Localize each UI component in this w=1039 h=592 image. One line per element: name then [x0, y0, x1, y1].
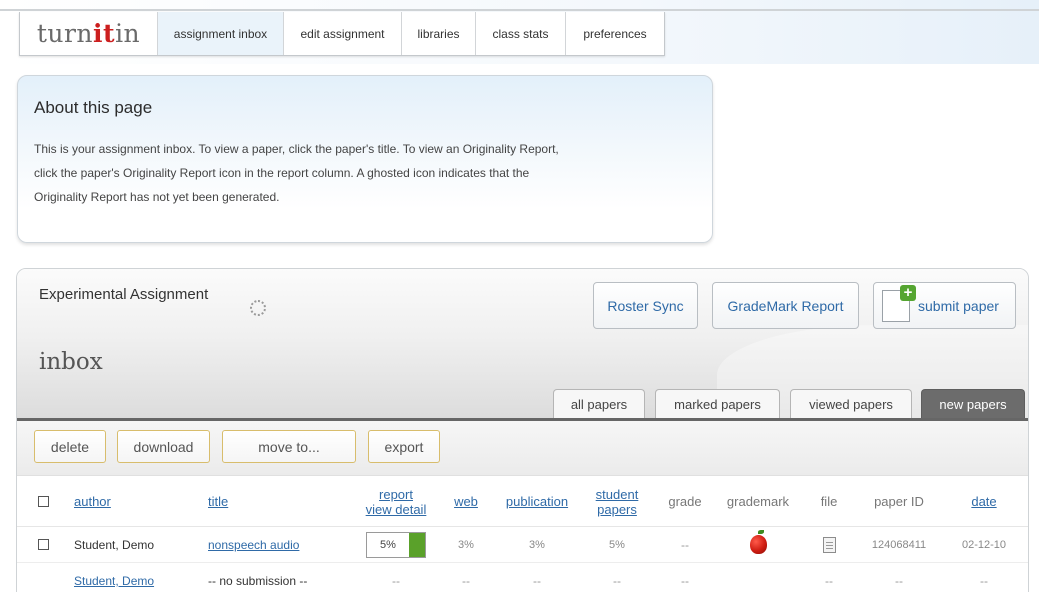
- originality-report-icon[interactable]: 5%: [366, 531, 426, 558]
- grademark-cell: [717, 527, 799, 562]
- title-cell: nonspeech audio: [208, 527, 299, 562]
- sort-title-link[interactable]: title: [208, 494, 228, 509]
- sort-report-link[interactable]: report: [379, 487, 413, 502]
- turnitin-logo[interactable]: turn it in: [20, 12, 158, 55]
- sort-author-link[interactable]: author: [74, 494, 111, 509]
- header-title: title: [208, 477, 228, 526]
- author-cell: Student, Demo: [74, 563, 154, 592]
- about-box: About this page This is your assignment …: [17, 75, 713, 243]
- header-file: file: [820, 494, 838, 509]
- publication-cell: 3%: [529, 538, 545, 551]
- panel-header: Experimental Assignment inbox Roster Syn…: [17, 269, 1028, 425]
- report-cell: 5%: [355, 527, 437, 562]
- grademark-report-button[interactable]: GradeMark Report: [712, 282, 859, 329]
- top-band: turn it in assignment inbox edit assignmen…: [0, 0, 1039, 64]
- header-grademark: grademark: [726, 494, 790, 509]
- table-row: Student, Demo nonspeech audio 5% 3% 3% 5…: [17, 527, 1028, 563]
- tab-class-stats[interactable]: class stats: [476, 12, 566, 55]
- submit-paper-label: submit paper: [918, 297, 999, 314]
- move-to-button[interactable]: move to...: [222, 430, 356, 463]
- tab-preferences[interactable]: preferences: [566, 12, 664, 55]
- roster-sync-button[interactable]: Roster Sync: [593, 282, 698, 329]
- sort-web-link[interactable]: web: [454, 494, 478, 509]
- submit-paper-icon: +: [882, 284, 916, 322]
- tab-viewed-papers[interactable]: viewed papers: [790, 389, 912, 419]
- assignment-panel: Experimental Assignment inbox Roster Syn…: [16, 268, 1029, 592]
- sort-student-papers-link[interactable]: student: [596, 487, 639, 502]
- submit-paper-button[interactable]: + submit paper: [873, 282, 1016, 329]
- header-web: web: [447, 477, 485, 526]
- student-papers-cell: --: [613, 574, 621, 588]
- delete-button[interactable]: delete: [34, 430, 106, 463]
- tab-new-papers[interactable]: new papers: [921, 389, 1025, 419]
- header-publication: publication: [497, 477, 577, 526]
- main-nav: turn it in assignment inbox edit assignmen…: [19, 12, 665, 56]
- header-author: author: [74, 477, 111, 526]
- student-author-link[interactable]: Student, Demo: [74, 574, 154, 588]
- grademark-report-label: GradeMark Report: [727, 297, 844, 314]
- header-paper-id: paper ID: [874, 494, 924, 509]
- publication-cell: --: [533, 574, 541, 588]
- tab-marked-papers[interactable]: marked papers: [655, 389, 780, 419]
- header-date: date: [957, 477, 1011, 526]
- loading-spinner-icon: [250, 300, 266, 316]
- title-cell: -- no submission --: [208, 574, 308, 588]
- about-line-3: Originality Report has not yet been gene…: [34, 190, 280, 204]
- header-report: report view detail: [355, 477, 437, 526]
- table-header-row: author title report view detail web publ…: [17, 477, 1028, 527]
- about-line-2: click the paper's Originality Report ico…: [34, 166, 530, 180]
- file-icon[interactable]: [822, 536, 836, 553]
- top-rule: [0, 9, 1039, 11]
- sort-date-link[interactable]: date: [971, 494, 996, 509]
- table-row: Student, Demo -- no submission -- -- -- …: [17, 563, 1028, 592]
- tab-edit-assignment[interactable]: edit assignment: [284, 12, 402, 55]
- header-grade: grade: [668, 494, 702, 509]
- header-student-papers: student papers: [585, 477, 649, 526]
- report-cell: --: [392, 574, 400, 588]
- sort-student-papers-link-2[interactable]: papers: [597, 502, 637, 517]
- about-text: This is your assignment inbox. To view a…: [34, 137, 694, 209]
- tab-libraries[interactable]: libraries: [402, 12, 476, 55]
- student-papers-cell: 5%: [609, 538, 625, 551]
- inbox-title: inbox: [39, 349, 103, 375]
- date-cell: --: [980, 574, 988, 588]
- grade-cell: --: [681, 537, 689, 552]
- report-bar: [409, 532, 425, 557]
- inbox-toolbar: delete download move to... export: [17, 421, 1028, 476]
- paper-title-link[interactable]: nonspeech audio: [208, 538, 299, 552]
- about-title: About this page: [34, 98, 153, 117]
- download-button[interactable]: download: [117, 430, 210, 463]
- roster-sync-label: Roster Sync: [607, 297, 684, 314]
- select-all-cell: [38, 477, 49, 526]
- tab-all-papers[interactable]: all papers: [553, 389, 645, 419]
- date-cell: 02-12-10: [961, 538, 1007, 551]
- grademark-apple-icon[interactable]: [749, 530, 767, 554]
- web-cell: --: [462, 574, 470, 588]
- sort-publication-link[interactable]: publication: [506, 494, 568, 509]
- paper-id-cell: 124068411: [871, 538, 927, 551]
- assignment-title: Experimental Assignment: [39, 286, 209, 303]
- web-cell: 3%: [458, 538, 474, 551]
- report-percent: 5%: [367, 532, 409, 557]
- author-cell: Student, Demo: [74, 537, 155, 552]
- paper-id-cell: --: [895, 574, 903, 588]
- view-detail-link[interactable]: view detail: [366, 502, 427, 517]
- file-cell: [812, 527, 846, 562]
- tab-assignment-inbox[interactable]: assignment inbox: [158, 12, 284, 55]
- row-select-cell: [38, 527, 49, 562]
- about-line-1: This is your assignment inbox. To view a…: [34, 142, 559, 156]
- row-checkbox[interactable]: [38, 539, 49, 550]
- file-cell: --: [825, 574, 833, 588]
- export-button[interactable]: export: [368, 430, 440, 463]
- grade-cell: --: [681, 574, 689, 588]
- select-all-checkbox[interactable]: [38, 496, 49, 507]
